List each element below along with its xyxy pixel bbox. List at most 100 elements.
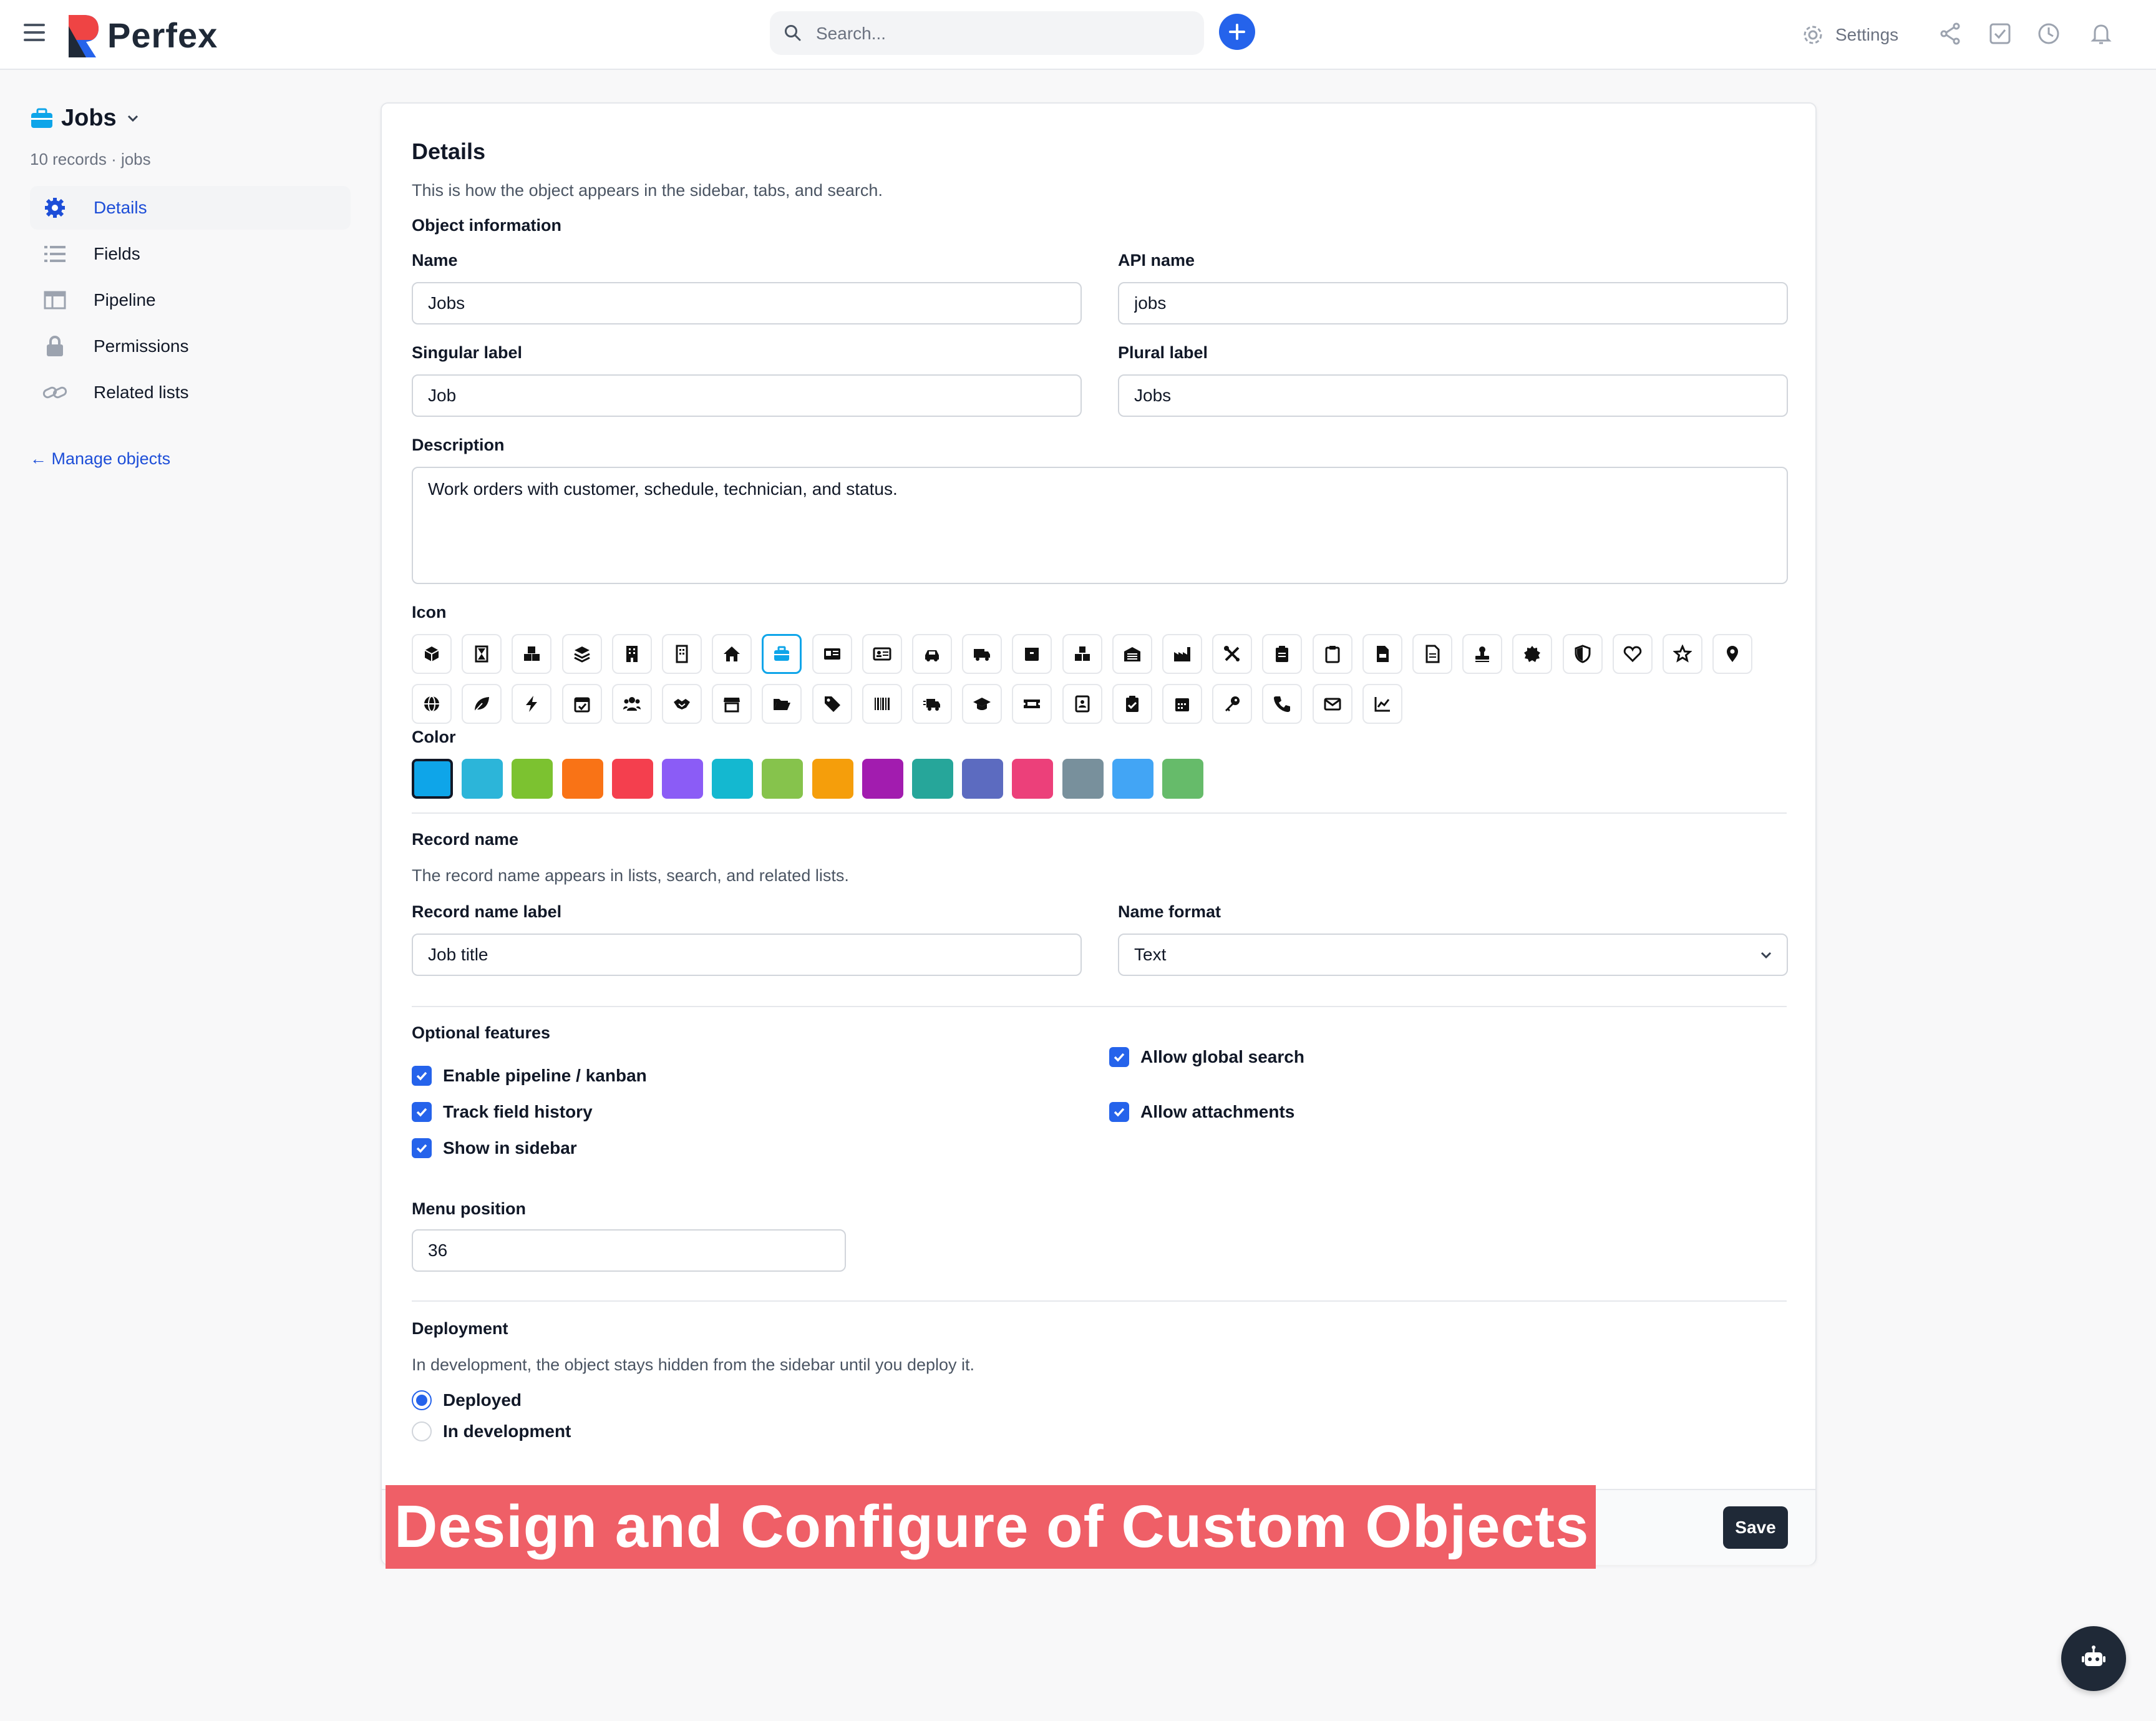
object-subtitle: 10 records · jobs [30,150,151,168]
clock-icon[interactable] [2036,21,2061,46]
icon-option-box[interactable] [1012,634,1052,674]
color-swatch[interactable] [962,759,1004,799]
icon-option-star[interactable] [1663,634,1702,674]
icon-option-home[interactable] [712,634,752,674]
sidebar-item-details[interactable]: Details [30,186,351,230]
sidebar-item-fields[interactable]: Fields [30,232,351,276]
icon-option-cubes[interactable] [512,634,552,674]
color-swatch[interactable] [1062,759,1104,799]
icon-option-clipboard-check[interactable] [1112,684,1152,724]
name-format-select[interactable]: Text [1118,934,1788,976]
icon-option-tools[interactable] [1212,634,1253,674]
icon-option-users[interactable] [611,684,652,724]
color-swatch[interactable] [561,759,603,799]
icon-option-office[interactable] [662,634,702,674]
icon-option-cube[interactable] [412,634,452,674]
show-in-sidebar-checkbox[interactable]: Show in sidebar [412,1138,577,1158]
icon-option-contact-book[interactable] [1062,684,1102,724]
icon-option-building[interactable] [611,634,652,674]
icon-option-stamp[interactable] [1462,634,1503,674]
api-name-input[interactable] [1118,282,1788,324]
color-swatch[interactable] [862,759,903,799]
allow-global-search-checkbox[interactable]: Allow global search [1109,1047,1304,1067]
icon-option-key[interactable] [1212,684,1253,724]
chevron-down-icon[interactable] [124,110,142,127]
color-swatch[interactable] [712,759,754,799]
icon-option-chart-line[interactable] [1362,684,1402,724]
icon-option-map-pin[interactable] [1712,634,1753,674]
icon-option-heart[interactable] [1612,634,1653,674]
assistant-button[interactable] [2061,1626,2126,1691]
in-development-radio[interactable]: In development [412,1421,571,1441]
save-button[interactable]: Save [1723,1506,1788,1549]
icon-option-calendar[interactable] [1162,684,1202,724]
checkbox-icon[interactable] [1988,21,2013,46]
sidebar-item-pipeline[interactable]: Pipeline [30,278,351,322]
icon-option-phone[interactable] [1262,684,1303,724]
icon-option-bolt[interactable] [512,684,552,724]
color-swatch[interactable] [912,759,953,799]
color-swatch[interactable] [611,759,653,799]
icon-option-briefcase[interactable] [762,634,802,674]
search-bar[interactable] [770,11,1204,55]
color-swatch[interactable] [762,759,804,799]
menu-icon[interactable] [24,24,45,42]
color-swatch[interactable] [462,759,503,799]
record-name-label-input[interactable] [412,934,1082,976]
icon-option-id-card[interactable] [812,634,852,674]
icon-option-store[interactable] [712,684,752,724]
color-swatch[interactable] [1012,759,1054,799]
track-field-history-checkbox[interactable]: Track field history [412,1102,593,1122]
icon-option-truck[interactable] [962,634,1003,674]
icon-option-hourglass[interactable] [462,634,502,674]
stamp-icon [1475,646,1490,662]
icon-option-leaf[interactable] [462,684,502,724]
description-textarea[interactable]: Work orders with customer, schedule, tec… [412,467,1788,584]
color-swatch[interactable] [1112,759,1153,799]
icon-option-truck-fast[interactable] [912,684,952,724]
color-swatch[interactable] [662,759,703,799]
icon-option-tag[interactable] [812,684,852,724]
icon-option-folder-open[interactable] [762,684,802,724]
icon-option-layers[interactable] [561,634,602,674]
icon-option-globe[interactable] [412,684,452,724]
sidebar-item-related-lists[interactable]: Related lists [30,371,351,414]
search-input[interactable] [815,19,1192,49]
plural-label-input[interactable] [1118,374,1788,417]
icon-option-address-card[interactable] [862,634,902,674]
icon-option-file-pdf[interactable] [1362,634,1402,674]
deployed-radio[interactable]: Deployed [412,1390,522,1410]
icon-option-envelope[interactable] [1312,684,1352,724]
icon-option-warehouse[interactable] [1112,634,1152,674]
factory-icon [1174,647,1190,661]
icon-option-shield[interactable] [1562,634,1603,674]
settings-link[interactable]: Settings [1802,19,1898,51]
icon-option-handshake[interactable] [662,684,702,724]
enable-pipeline-checkbox[interactable]: Enable pipeline / kanban [412,1066,647,1086]
quick-add-button[interactable] [1219,14,1255,50]
icon-option-boxes[interactable] [1062,634,1102,674]
sidebar-item-permissions[interactable]: Permissions [30,324,351,368]
manage-objects-link[interactable]: ← Manage objects [30,449,170,469]
icon-option-ticket[interactable] [1012,684,1052,724]
singular-label-input[interactable] [412,374,1082,417]
color-swatch[interactable] [812,759,853,799]
color-swatch[interactable] [412,759,453,799]
object-title[interactable]: Jobs [30,105,142,132]
name-input[interactable] [412,282,1082,324]
color-swatch[interactable] [512,759,553,799]
share-icon[interactable] [1938,21,1963,46]
icon-option-clipboard-list[interactable] [1262,634,1303,674]
color-swatch[interactable] [1162,759,1203,799]
menu-position-input[interactable] [412,1229,846,1272]
icon-option-factory[interactable] [1162,634,1202,674]
bell-icon[interactable] [2089,21,2114,46]
icon-option-clipboard[interactable] [1312,634,1352,674]
icon-option-calendar-check[interactable] [561,684,602,724]
icon-option-file[interactable] [1412,634,1452,674]
allow-attachments-checkbox[interactable]: Allow attachments [1109,1102,1294,1122]
icon-option-graduation-cap[interactable] [962,684,1003,724]
icon-option-barcode[interactable] [862,684,902,724]
icon-option-badge[interactable] [1512,634,1553,674]
icon-option-car[interactable] [912,634,952,674]
